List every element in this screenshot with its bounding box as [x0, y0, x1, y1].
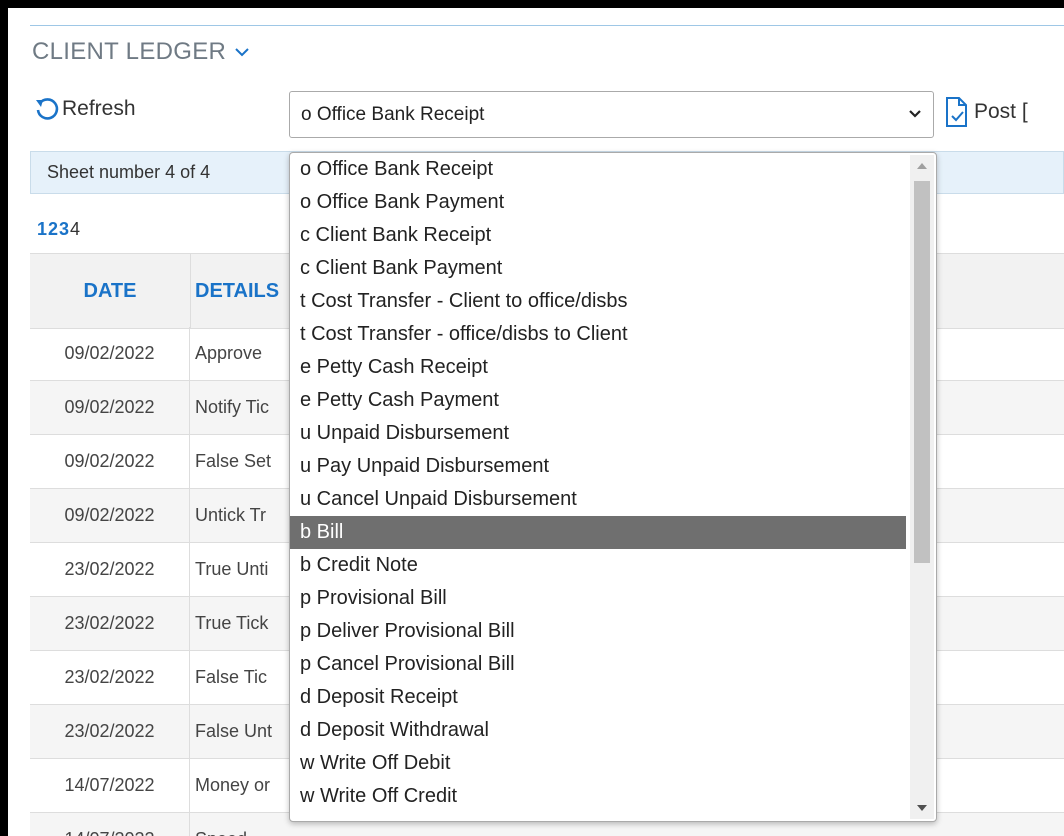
cell-date: 14/07/2022 — [30, 813, 190, 836]
refresh-label: Refresh — [62, 97, 136, 120]
transaction-type-dropdown: o Office Bank Receipt o Office Bank Paym… — [289, 152, 937, 822]
page-title-text: CLIENT LEDGER — [32, 38, 227, 65]
cell-date: 23/02/2022 — [30, 651, 190, 704]
page-link-3[interactable]: 3 — [59, 219, 69, 239]
dropdown-option[interactable]: o Office Bank Receipt — [290, 153, 906, 186]
dropdown-option[interactable]: p Deliver Provisional Bill — [290, 615, 906, 648]
page-title[interactable]: CLIENT LEDGER — [32, 38, 250, 66]
dropdown-option[interactable]: c Client Bank Receipt — [290, 219, 906, 252]
post-button[interactable]: Post [ — [944, 96, 1028, 128]
scroll-down-arrow-icon[interactable] — [910, 797, 934, 819]
cell-date: 23/02/2022 — [30, 705, 190, 758]
cell-date: 09/02/2022 — [30, 381, 190, 434]
post-label: Post [ — [974, 100, 1028, 123]
top-divider — [30, 25, 1064, 26]
cell-date: 09/02/2022 — [30, 327, 190, 380]
dropdown-option[interactable]: o Office Bank Payment — [290, 186, 906, 219]
post-document-icon — [946, 97, 967, 127]
dropdown-option[interactable]: w Write Off Debit — [290, 747, 906, 780]
cell-date: 23/02/2022 — [30, 543, 190, 596]
cell-date: 09/02/2022 — [30, 489, 190, 542]
chevron-down-icon — [909, 110, 921, 118]
dropdown-option[interactable]: u Unpaid Disbursement — [290, 417, 906, 450]
scroll-up-arrow-icon[interactable] — [910, 155, 934, 177]
dropdown-scrollbar[interactable] — [910, 155, 934, 819]
sheet-number-text: Sheet number 4 of 4 — [47, 162, 211, 182]
dropdown-option[interactable]: e Petty Cash Receipt — [290, 351, 906, 384]
page-link-1[interactable]: 1 — [37, 219, 47, 239]
dropdown-option[interactable]: u Pay Unpaid Disbursement — [290, 450, 906, 483]
dropdown-option[interactable]: t Cost Transfer - office/disbs to Client — [290, 318, 906, 351]
app-frame: CLIENT LEDGER Refresh o Office Bank Rece… — [8, 8, 1064, 836]
dropdown-option[interactable]: c Client Bank Payment — [290, 252, 906, 285]
dropdown-option[interactable]: b Credit Note — [290, 549, 906, 582]
dropdown-option[interactable]: e Petty Cash Payment — [290, 384, 906, 417]
scrollbar-thumb[interactable] — [914, 181, 930, 563]
dropdown-option[interactable]: w Write Off Credit — [290, 780, 906, 813]
dropdown-option[interactable]: u Cancel Unpaid Disbursement — [290, 483, 906, 516]
dropdown-option[interactable]: p Provisional Bill — [290, 582, 906, 615]
transaction-type-select[interactable]: o Office Bank Receipt — [289, 91, 934, 138]
page-current-4: 4 — [70, 219, 81, 239]
dropdown-option[interactable]: t Cost Transfer - Client to office/disbs — [290, 285, 906, 318]
pagination: 1234 — [37, 219, 81, 240]
page-link-2[interactable]: 2 — [48, 219, 58, 239]
dropdown-option[interactable]: d Deposit Withdrawal — [290, 714, 906, 747]
dropdown-option[interactable]: d Deposit Receipt — [290, 681, 906, 714]
dropdown-options: o Office Bank Receipt o Office Bank Paym… — [290, 153, 936, 813]
cell-date: 09/02/2022 — [30, 435, 190, 488]
dropdown-option-highlighted[interactable]: b Bill — [290, 516, 906, 549]
refresh-button[interactable]: Refresh — [34, 96, 136, 122]
cell-date: 14/07/2022 — [30, 759, 190, 812]
column-header-date[interactable]: DATE — [30, 254, 191, 328]
refresh-icon — [36, 98, 59, 120]
cell-date: 23/02/2022 — [30, 597, 190, 650]
dropdown-option[interactable]: p Cancel Provisional Bill — [290, 648, 906, 681]
chevron-down-icon[interactable] — [234, 44, 250, 60]
select-value: o Office Bank Receipt — [301, 103, 485, 125]
